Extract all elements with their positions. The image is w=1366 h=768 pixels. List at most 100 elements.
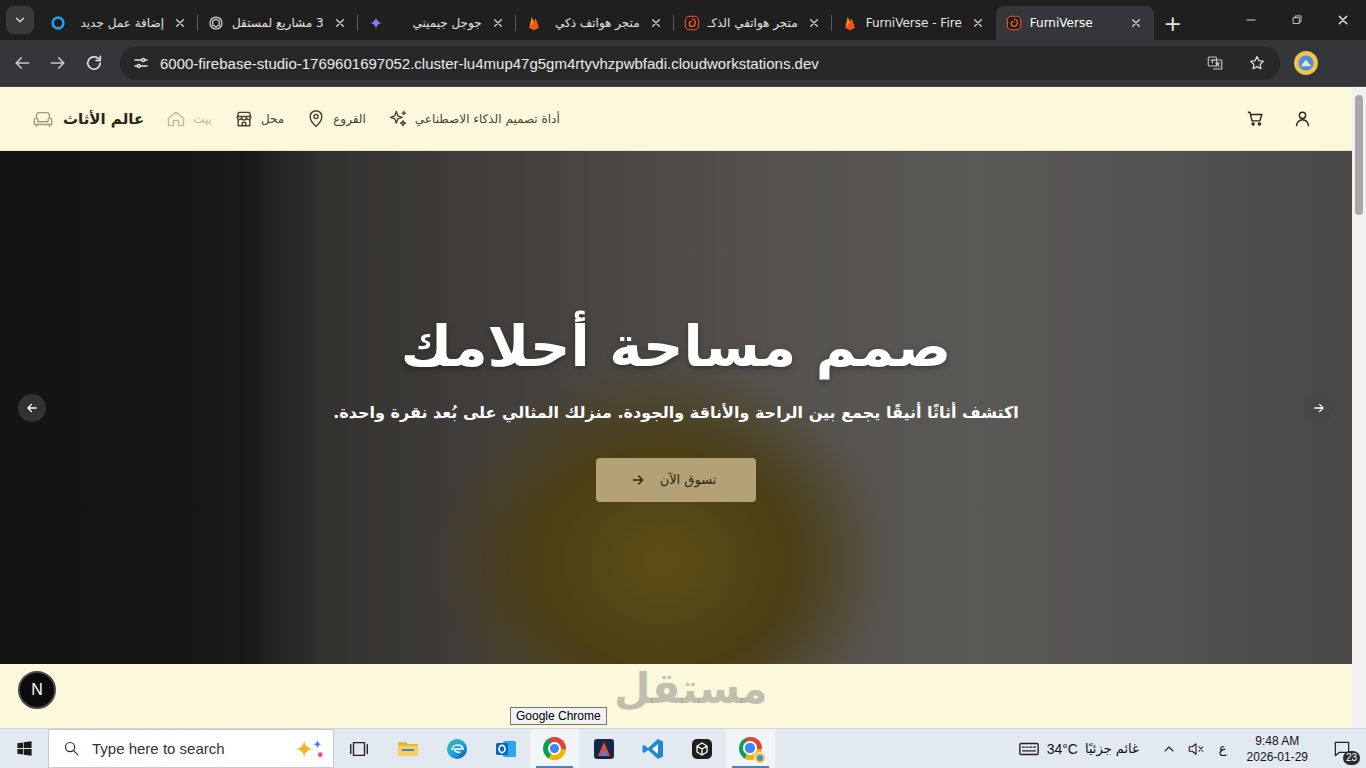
notifications-button[interactable]: 23 [1324, 731, 1360, 767]
nav-label: الفروع [333, 112, 366, 126]
arrow-right-icon [48, 53, 68, 73]
firebase-favicon-icon [526, 15, 542, 31]
vscode-icon [641, 737, 665, 761]
firebase-favicon-icon [842, 15, 858, 31]
cart-icon[interactable] [1246, 109, 1265, 128]
nav-link[interactable]: بيت [166, 109, 212, 129]
speaker-muted-icon[interactable] [1187, 740, 1205, 758]
close-icon[interactable] [648, 15, 664, 31]
header-right [1246, 109, 1312, 128]
running-indicator [536, 766, 573, 768]
nav-link[interactable]: الفروع [306, 109, 366, 129]
close-icon [1334, 11, 1352, 29]
sofa-icon [32, 108, 54, 130]
arrow-left-icon [12, 53, 32, 73]
nav-link[interactable]: محل [234, 109, 284, 129]
restore-button[interactable] [1274, 0, 1320, 40]
scrollbar-thumb[interactable] [1355, 95, 1363, 215]
taskbar-app[interactable] [677, 729, 726, 768]
carousel-prev-button[interactable] [18, 394, 46, 422]
chevron-up-icon[interactable] [1161, 741, 1177, 757]
browser-tab[interactable]: 3 مشاريع لمستقل [198, 6, 358, 40]
tab-label: إضافة عمل جديد [74, 16, 164, 30]
outlook-icon [494, 737, 518, 761]
home-icon [166, 109, 186, 129]
browser-tab[interactable]: إضافة عمل جديد [40, 6, 198, 40]
search-icon [63, 740, 80, 757]
mostaql-favicon-icon [50, 15, 66, 31]
taskbar-search-input[interactable] [92, 740, 279, 757]
reload-button[interactable] [76, 45, 112, 81]
tooltip: Google Chrome [510, 707, 607, 725]
minimize-button[interactable] [1228, 0, 1274, 40]
site-info-icon[interactable] [132, 54, 150, 72]
back-button[interactable] [4, 45, 40, 81]
browser-tab[interactable]: FurniVerse [996, 6, 1154, 40]
taskbar-search[interactable] [48, 729, 334, 768]
new-tab-button[interactable]: + [1154, 6, 1192, 40]
arrow-right-icon [1312, 401, 1326, 415]
studio-favicon-icon [1006, 15, 1022, 31]
reload-icon [84, 53, 104, 73]
input-language[interactable]: ع [1215, 741, 1231, 756]
taskbar-app[interactable] [530, 729, 579, 768]
taskbar-app[interactable] [726, 729, 775, 768]
clock[interactable]: 9:48 AM2026-01-29 [1241, 733, 1314, 765]
close-icon[interactable] [806, 15, 822, 31]
dev-indicator-button[interactable]: N [18, 671, 56, 709]
nav-label: محل [261, 112, 284, 126]
user-icon[interactable] [1293, 109, 1312, 128]
browser-tab[interactable]: متجر هواتف ذكي [516, 6, 674, 40]
taskbar-app[interactable] [334, 729, 383, 768]
scrollbar[interactable] [1352, 87, 1366, 728]
taskbar-app[interactable] [579, 729, 628, 768]
tab-list: إضافة عمل جديد 3 مشاريع لمستقل جوجل جيميني… [40, 6, 1154, 40]
address-bar[interactable]: 6000-firebase-studio-1769601697052.clust… [120, 46, 1280, 80]
start-button[interactable] [0, 729, 48, 768]
close-icon[interactable] [332, 15, 348, 31]
app-icon [592, 737, 616, 761]
search-highlight-icon[interactable] [291, 732, 325, 766]
watermark: مستقل [614, 664, 768, 713]
chevron-down-icon [13, 13, 27, 27]
running-indicator [732, 766, 769, 768]
browser-tab[interactable]: FurniVerse - Fire [832, 6, 996, 40]
nav-link[interactable]: أداة تصميم الذكاء الاصطناعي [388, 109, 560, 129]
chrome-center [550, 744, 559, 753]
translate-icon[interactable] [1206, 54, 1224, 72]
close-icon[interactable] [490, 15, 506, 31]
browser-tab[interactable]: جوجل جيميني [358, 6, 516, 40]
close-icon[interactable] [1128, 15, 1144, 31]
close-icon[interactable] [172, 15, 188, 31]
close-icon[interactable] [970, 15, 986, 31]
hero-subtitle: اكتشف أثاثًا أنيقًا يجمع بين الراحة والأ… [333, 403, 1019, 422]
taskbar-app[interactable] [481, 729, 530, 768]
taskbar-app[interactable] [383, 729, 432, 768]
taskbar-app[interactable] [432, 729, 481, 768]
explorer-icon [396, 737, 420, 761]
profile-avatar-icon[interactable] [1293, 50, 1319, 76]
close-window-button[interactable] [1320, 0, 1366, 40]
tab-search-button[interactable] [0, 0, 40, 40]
windows-logo-icon [16, 740, 33, 757]
shop-now-label: تسوق الآن [660, 472, 717, 487]
tab-separator [515, 15, 516, 31]
forward-button[interactable] [40, 45, 76, 81]
profile-avatar-icon [754, 752, 766, 764]
tab-label: FurniVerse [1030, 16, 1120, 30]
minimize-icon [1243, 12, 1259, 28]
nav-label: أداة تصميم الذكاء الاصطناعي [415, 112, 560, 126]
shop-now-button[interactable]: تسوق الآن [596, 458, 757, 502]
taskbar-app[interactable] [628, 729, 677, 768]
tab-separator [673, 15, 674, 31]
tab-label: 3 مشاريع لمستقل [232, 16, 324, 30]
weather-widget[interactable]: 34°Cغائم جزئيًا [1018, 738, 1139, 760]
bookmark-star-icon[interactable] [1248, 54, 1266, 72]
site-logo[interactable]: عالم الأثاث [32, 108, 144, 130]
task-view-icon [348, 738, 370, 760]
tab-label: متجر هواتفي الذكـ [708, 16, 798, 30]
carousel-next-button[interactable] [1305, 394, 1333, 422]
pin-icon [306, 109, 326, 129]
browser-tab[interactable]: متجر هواتفي الذكـ [674, 6, 832, 40]
url-text[interactable]: 6000-firebase-studio-1769601697052.clust… [160, 55, 1196, 72]
